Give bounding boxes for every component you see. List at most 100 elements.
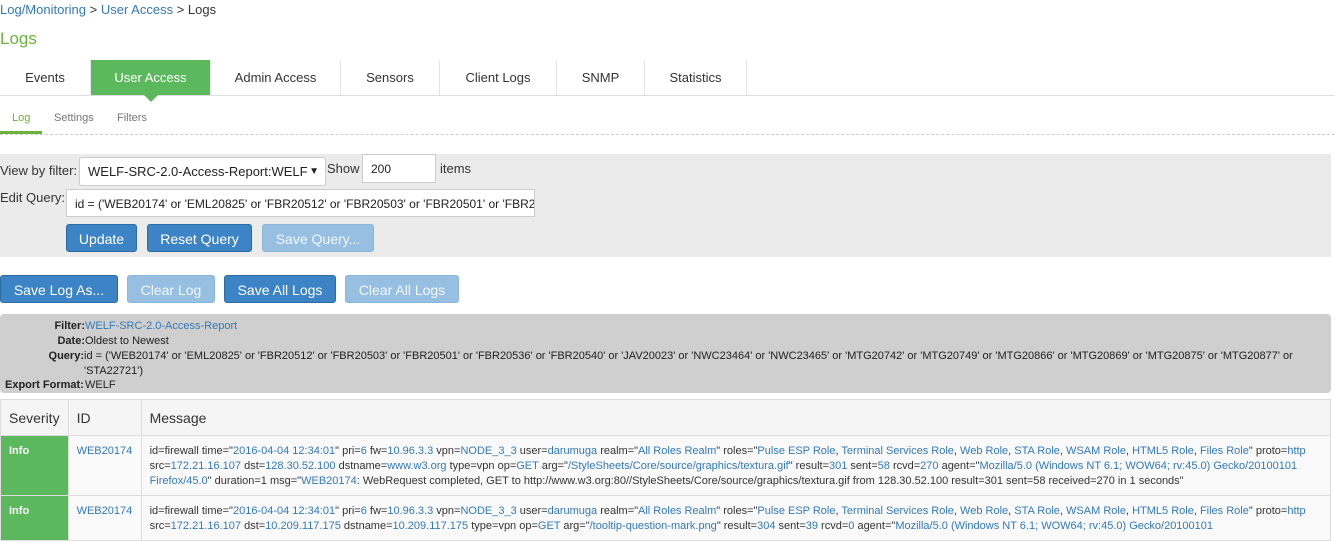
message-value-link[interactable]: GET <box>516 460 538 472</box>
message-value-link[interactable]: 2016-04-04 12:34:01 <box>233 445 335 457</box>
message-value-link[interactable]: 2016-04-04 12:34:01 <box>233 505 335 517</box>
clear-all-logs-button[interactable]: Clear All Logs <box>345 275 459 303</box>
message-value-link[interactable]: Terminal Services Role <box>841 445 953 457</box>
message-value-link[interactable]: Pulse ESP Role <box>757 505 835 517</box>
message-value-link[interactable]: http <box>1287 505 1305 517</box>
breadcrumb-separator: > <box>86 2 101 17</box>
log-message-cell: id=firewall time="2016-04-04 12:34:01" p… <box>140 495 1332 541</box>
breadcrumb-user-access[interactable]: User Access <box>101 2 173 17</box>
message-value-link[interactable]: NODE_3_3 <box>460 445 516 457</box>
reset-query-button[interactable]: Reset Query <box>147 224 252 252</box>
message-value-link[interactable]: 128.30.52.100 <box>265 460 335 472</box>
message-value-link[interactable]: WEB20174 <box>301 475 357 487</box>
message-value-link[interactable]: Mozilla/5.0 (Windows NT 6.1; WOW64; rv:4… <box>895 520 1213 532</box>
log-table: Severity ID Message Info WEB20174 id=firew… <box>0 399 1332 541</box>
message-text: " roles=" <box>716 505 758 517</box>
tab-sensors[interactable]: Sensors <box>341 60 440 95</box>
log-id-link[interactable]: WEB20174 <box>67 435 142 496</box>
message-value-link[interactable]: STA Role <box>1014 445 1060 457</box>
tab-client-logs[interactable]: Client Logs <box>440 60 557 95</box>
message-value-link[interactable]: 172.21.16.107 <box>171 460 241 472</box>
update-button[interactable]: Update <box>66 224 137 252</box>
message-value-link[interactable]: Web Role <box>960 445 1008 457</box>
breadcrumb-log-monitoring[interactable]: Log/Monitoring <box>0 2 86 17</box>
message-value-link[interactable]: /StyleSheets/Core/source/graphics/textur… <box>568 460 789 472</box>
message-value-link[interactable]: /tooltip-question-mark.png <box>590 520 717 532</box>
filter-select-value: WELF-SRC-2.0-Access-Report:WELF <box>88 164 308 179</box>
message-text: sent= <box>775 520 806 532</box>
message-value-link[interactable]: 10.209.117.175 <box>265 520 341 532</box>
subtab-filters[interactable]: Filters <box>117 112 147 134</box>
message-text: arg=" <box>538 460 568 472</box>
message-text: src= <box>149 460 171 472</box>
subtab-settings[interactable]: Settings <box>54 112 94 134</box>
log-id-link[interactable]: WEB20174 <box>67 495 142 541</box>
message-value-link[interactable]: All Roles Realm <box>638 505 716 517</box>
table-row: Info WEB20174 id=firewall time="2016-04-04… <box>0 435 1332 496</box>
message-value-link[interactable]: Pulse ESP Role <box>757 445 835 457</box>
message-value-link[interactable]: WSAM Role <box>1066 505 1126 517</box>
filter-panel: View by filter: WELF-SRC-2.0-Access-Repo… <box>0 154 1331 257</box>
message-value-link[interactable]: 304 <box>757 520 775 532</box>
breadcrumb: Log/Monitoring > User Access > Logs <box>0 2 216 17</box>
message-text: src= <box>149 520 171 532</box>
save-log-as-button[interactable]: Save Log As... <box>0 275 118 303</box>
message-value-link[interactable]: HTML5 Role <box>1132 505 1194 517</box>
show-label: Show <box>327 161 360 176</box>
message-value-link[interactable]: STA Role <box>1014 505 1060 517</box>
message-value-link[interactable]: Files Role <box>1200 445 1249 457</box>
subtab-log[interactable]: Log <box>0 112 42 134</box>
message-text: user= <box>516 445 548 457</box>
main-tabs: Events User Access Admin Access Sensors … <box>0 60 1335 102</box>
info-filter-value[interactable]: WELF-SRC-2.0-Access-Report <box>85 320 237 332</box>
message-text: agent=" <box>854 520 896 532</box>
message-value-link[interactable]: Terminal Services Role <box>841 505 953 517</box>
message-text: id=firewall time=" <box>149 505 233 517</box>
message-value-link[interactable]: 270 <box>920 460 938 472</box>
message-value-link[interactable]: 301 <box>829 460 847 472</box>
tab-user-access[interactable]: User Access <box>91 60 211 102</box>
save-all-logs-button[interactable]: Save All Logs <box>224 275 336 303</box>
column-header-message[interactable]: Message <box>140 399 1332 436</box>
message-value-link[interactable]: HTML5 Role <box>1132 445 1194 457</box>
message-value-link[interactable]: 172.21.16.107 <box>171 520 241 532</box>
info-query-line2: 'STA22721') <box>84 365 144 377</box>
show-count-input[interactable]: 200 <box>362 154 436 183</box>
message-value-link[interactable]: www.w3.org <box>387 460 446 472</box>
message-value-link[interactable]: WSAM Role <box>1066 445 1126 457</box>
info-query-line1: id = ('WEB20174' or 'EML20825' or 'FBR20… <box>84 350 1293 362</box>
info-export-value: WELF <box>85 379 116 391</box>
message-text: " result= <box>716 520 758 532</box>
tab-admin-access[interactable]: Admin Access <box>211 60 341 95</box>
column-header-severity[interactable]: Severity <box>0 399 69 436</box>
message-value-link[interactable]: NODE_3_3 <box>460 505 516 517</box>
filter-select[interactable]: WELF-SRC-2.0-Access-Report:WELF ▼ <box>79 157 326 186</box>
breadcrumb-current: Logs <box>187 2 217 17</box>
message-value-link[interactable]: http <box>1287 445 1305 457</box>
save-query-button[interactable]: Save Query... <box>262 224 374 252</box>
message-value-link[interactable]: darumuga <box>548 445 598 457</box>
message-text: " pri= <box>335 445 361 457</box>
message-text: id=firewall time=" <box>149 445 233 457</box>
message-value-link[interactable]: 10.96.3.3 <box>387 445 433 457</box>
message-value-link[interactable]: Web Role <box>960 505 1008 517</box>
message-value-link[interactable]: 10.209.117.175 <box>393 520 469 532</box>
message-value-link[interactable]: 39 <box>806 520 818 532</box>
message-value-link[interactable]: 58 <box>878 460 890 472</box>
tab-statistics[interactable]: Statistics <box>645 60 747 95</box>
message-text: sent= <box>847 460 878 472</box>
column-header-id[interactable]: ID <box>67 399 142 436</box>
message-value-link[interactable]: 10.96.3.3 <box>387 505 433 517</box>
severity-cell: Info <box>0 495 69 541</box>
message-value-link[interactable]: darumuga <box>548 505 598 517</box>
clear-log-button[interactable]: Clear Log <box>127 275 215 303</box>
message-value-link[interactable]: All Roles Realm <box>638 445 716 457</box>
table-row: Info WEB20174 id=firewall time="2016-04-04… <box>0 495 1332 541</box>
tab-events[interactable]: Events <box>0 60 91 95</box>
log-info-box: Filter: WELF-SRC-2.0-Access-Report Date:… <box>0 314 1331 393</box>
message-value-link[interactable]: GET <box>538 520 560 532</box>
tab-snmp[interactable]: SNMP <box>557 60 645 95</box>
message-value-link[interactable]: Files Role <box>1200 505 1249 517</box>
query-input[interactable]: id = ('WEB20174' or 'EML20825' or 'FBR20… <box>66 189 535 217</box>
message-text: vpn= <box>433 505 461 517</box>
